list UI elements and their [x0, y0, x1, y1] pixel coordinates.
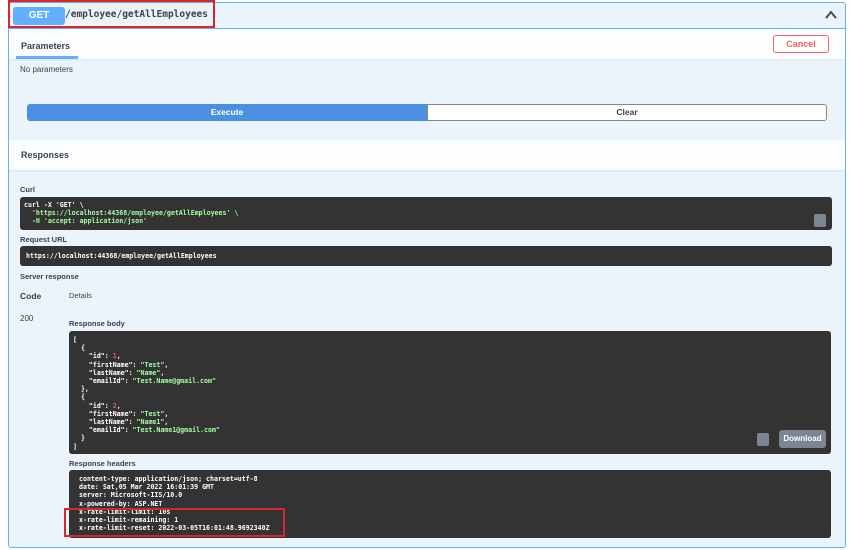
clear-button[interactable]: Clear: [427, 104, 827, 121]
tab-parameters[interactable]: Parameters: [21, 41, 70, 51]
cancel-button[interactable]: Cancel: [773, 35, 829, 53]
get-operation-block: GET /employee/getAllEmployees Parameters…: [8, 2, 846, 548]
json-value: "Test": [140, 360, 165, 369]
code-column-header: Code: [20, 291, 42, 301]
curl-line: curl -X 'GET' \: [24, 201, 84, 209]
status-code: 200: [20, 314, 34, 323]
highlight-box-endpoint: [8, 0, 215, 28]
json-value: "Name1": [136, 418, 165, 427]
copy-icon[interactable]: [757, 433, 769, 446]
responses-title: Responses: [21, 150, 70, 160]
download-button[interactable]: Download: [779, 430, 826, 448]
json-value: "Name": [136, 368, 161, 377]
copy-icon[interactable]: [814, 214, 826, 227]
json-value: 2: [112, 401, 117, 410]
header-line: date: Sat,05 Mar 2022 16:01:39 GMT: [79, 483, 214, 492]
details-column-header: Details: [69, 291, 92, 300]
highlight-box-rate-limit: [64, 508, 285, 537]
curl-block[interactable]: curl -X 'GET' \ 'https://localhost:44368…: [20, 197, 832, 230]
curl-line: -H 'accept: application/json': [24, 217, 148, 226]
chevron-up-icon[interactable]: [825, 10, 837, 20]
request-url-label: Request URL: [20, 235, 68, 244]
json-value: "Test": [140, 409, 165, 418]
json-value: "Test.Name1@gmail.com": [132, 426, 220, 435]
json-value: "Test.Name@gmail.com": [132, 377, 216, 386]
response-body-block[interactable]: [ { "id": 1, "firstName": "Test", "lastN…: [69, 331, 831, 454]
curl-line: 'https://localhost:44368/employee/getAll…: [24, 209, 239, 218]
json-value: 1: [112, 352, 117, 361]
response-body-label: Response body: [69, 319, 125, 328]
execute-button[interactable]: Execute: [27, 104, 427, 121]
responses-header: Responses: [9, 140, 845, 170]
no-parameters-text: No parameters: [20, 65, 73, 74]
response-headers-label: Response headers: [69, 459, 136, 468]
server-response-label: Server response: [20, 272, 79, 281]
request-url-block[interactable]: https://localhost:44368/employee/getAllE…: [20, 246, 832, 266]
parameters-header: Parameters Cancel: [9, 29, 845, 59]
header-line: x-powered-by: ASP.NET: [79, 499, 163, 508]
header-line: content-type: application/json; charset=…: [79, 475, 258, 483]
header-line: server: Microsoft-IIS/10.0: [79, 491, 183, 500]
curl-label: Curl: [20, 185, 35, 194]
tab-active-indicator: [16, 56, 78, 59]
